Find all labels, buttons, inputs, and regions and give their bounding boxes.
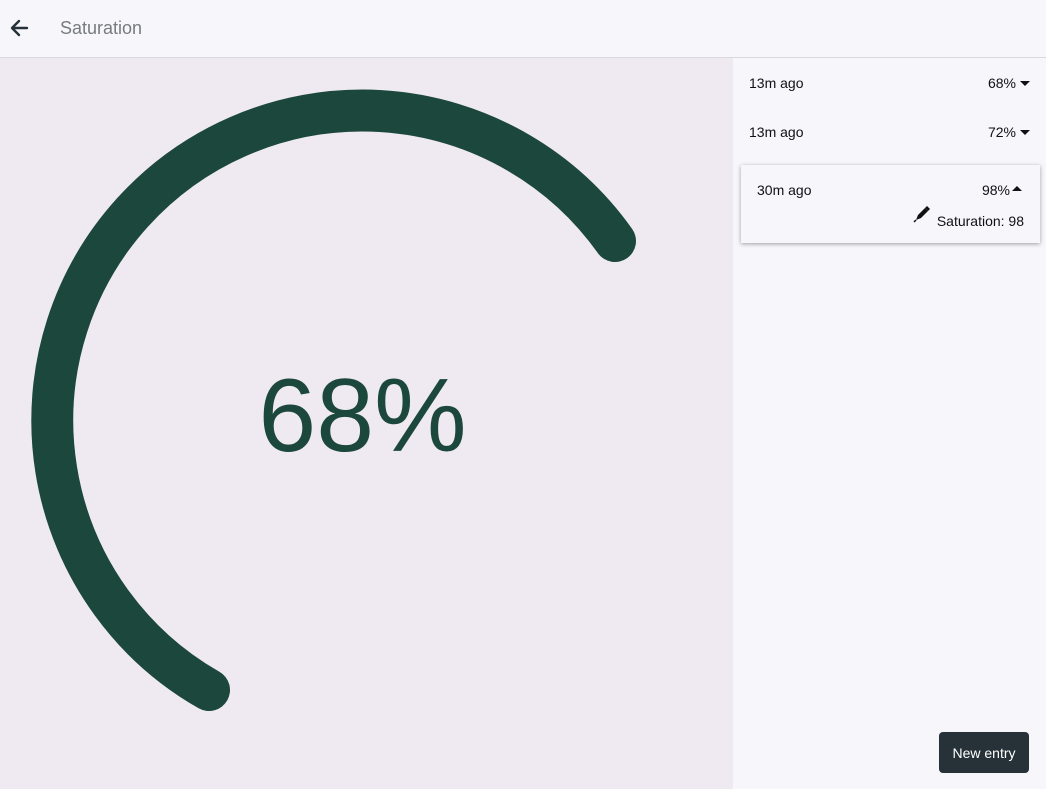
arrow-left-icon — [10, 19, 29, 37]
chevron-up-icon[interactable] — [1012, 186, 1022, 191]
entry-value: 72% — [987, 124, 1016, 140]
top-app-bar: Saturation — [0, 0, 1046, 58]
history-list: 13m ago 68% 13m ago 72% 30m ago 98% Satu… — [733, 58, 1046, 789]
chevron-down-icon[interactable] — [1020, 130, 1030, 135]
gauge-value: 68% — [258, 358, 467, 474]
history-entry[interactable]: 13m ago 72% — [733, 107, 1046, 156]
chevron-down-icon[interactable] — [1020, 81, 1030, 86]
entry-time: 13m ago — [749, 75, 804, 91]
entry-detail: Saturation: 98 — [936, 213, 1024, 229]
app-root: Saturation 68% 13m ago 68% 13m ago 72% 3… — [0, 0, 1046, 789]
pen-icon[interactable] — [913, 205, 931, 223]
new-entry-button[interactable]: New entry — [939, 732, 1029, 773]
entry-value: 68% — [987, 75, 1016, 91]
history-entry-expanded[interactable]: 30m ago 98% Saturation: 98 — [741, 165, 1040, 243]
back-button[interactable] — [4, 11, 34, 45]
entry-time: 13m ago — [749, 124, 804, 140]
page-title: Saturation — [60, 18, 143, 38]
history-entry[interactable]: 13m ago 68% — [733, 58, 1046, 107]
entry-time: 30m ago — [757, 182, 812, 198]
gauge-panel: 68% — [0, 58, 733, 789]
entry-value: 98% — [981, 182, 1010, 198]
